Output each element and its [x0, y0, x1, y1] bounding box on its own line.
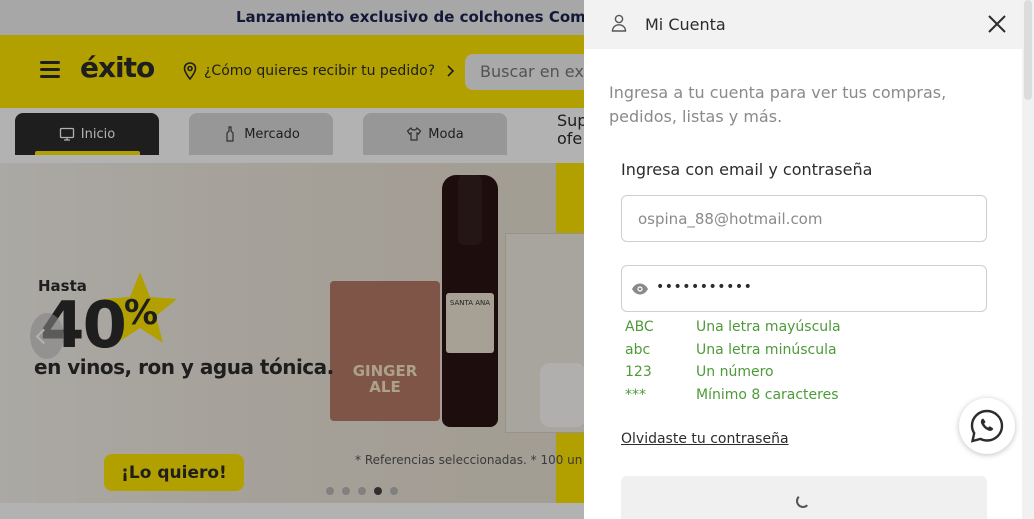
email-field[interactable] [621, 195, 987, 242]
panel-intro: Ingresa a tu cuenta para ver tus compras… [609, 83, 947, 126]
scrollbar-thumb[interactable] [1024, 0, 1032, 100]
whatsapp-button[interactable] [959, 398, 1015, 454]
whatsapp-icon [970, 409, 1004, 443]
panel-header: Mi Cuenta [584, 0, 1022, 49]
modal-overlay[interactable] [0, 0, 584, 519]
user-icon [611, 14, 627, 32]
password-value: ••••••••••• [656, 279, 753, 295]
panel-title: Mi Cuenta [645, 15, 726, 34]
forgot-password-link[interactable]: Olvidaste tu contraseña [621, 431, 789, 447]
login-submit-button[interactable] [621, 476, 987, 519]
loading-spinner-icon [796, 494, 810, 508]
password-field[interactable]: ••••••••••• [621, 265, 987, 312]
login-subheading: Ingresa con email y contraseña [621, 160, 873, 179]
eye-icon[interactable] [631, 282, 649, 296]
close-icon[interactable] [987, 14, 1007, 34]
